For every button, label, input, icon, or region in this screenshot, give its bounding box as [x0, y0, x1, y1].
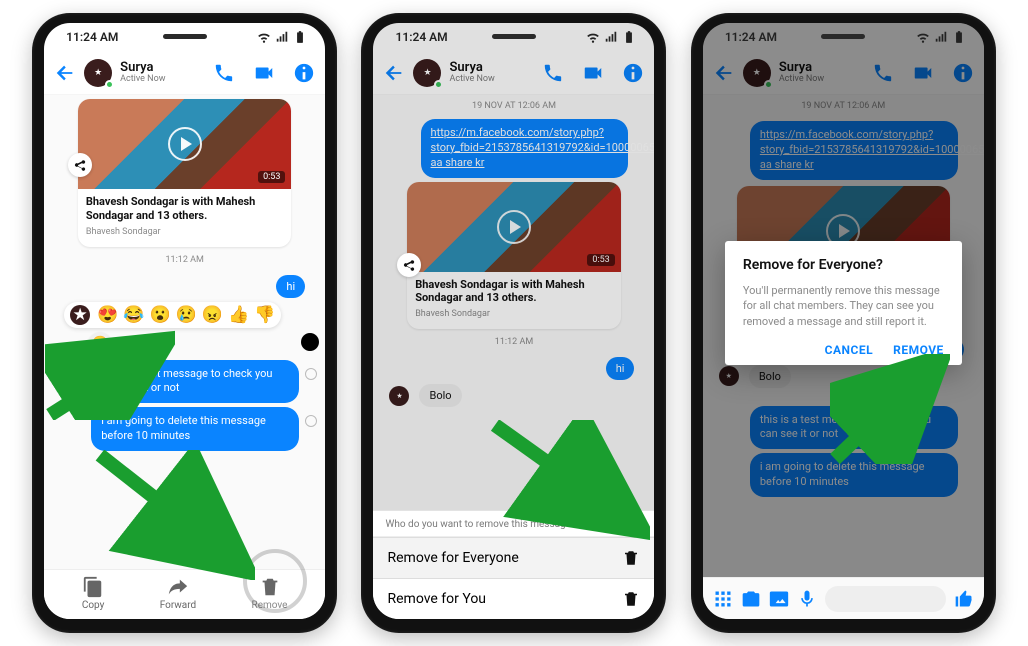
status-bar: 11:24 AM [44, 23, 325, 51]
card-subtitle: Bhavesh Sondagar [86, 227, 284, 237]
composer-bar [703, 577, 984, 619]
share-icon[interactable] [68, 153, 92, 177]
reaction-like[interactable]: 👍 [228, 305, 249, 325]
contact-name: Surya [449, 61, 494, 74]
guide-arrow-1 [45, 330, 175, 420]
guide-arrow-3 [490, 420, 650, 540]
reaction-angry[interactable]: 😠 [202, 305, 223, 325]
shared-story-card[interactable]: 0:53 Bhavesh Sondagar is with Mahesh Son… [78, 99, 292, 247]
header-name-block[interactable]: Surya Active Now [120, 61, 165, 84]
call-icon[interactable] [872, 62, 894, 84]
timestamp-label: 19 NOV AT 12:06 AM [703, 95, 984, 117]
avatar-mini: ★ [389, 386, 409, 406]
wifi-icon [916, 30, 930, 44]
wifi-icon [586, 30, 600, 44]
dialog-body: You'll permanently remove this message f… [743, 283, 944, 329]
message-input[interactable] [825, 586, 946, 612]
incoming-message-row: ★ Bolo [389, 384, 654, 407]
phone-mockup-3: 11:24 AM ★ Surya Active Now 19 NOV AT 12… [691, 13, 996, 633]
status-bar: 11:24 AM [373, 23, 654, 51]
avatar-mini: ★ [70, 305, 90, 325]
confirm-dialog: Remove for Everyone? You'll permanently … [725, 241, 962, 365]
message-bolo[interactable]: Bolo [749, 365, 791, 388]
message-bolo[interactable]: Bolo [419, 384, 461, 407]
avatar-mini: ★ [719, 366, 739, 386]
info-icon[interactable] [952, 62, 974, 84]
signal-icon [934, 30, 948, 44]
play-icon [168, 127, 202, 161]
card-title: Bhavesh Sondagar is with Mahesh Sondagar… [415, 278, 613, 306]
video-thumbnail: 0:53 [78, 99, 292, 189]
info-icon[interactable] [293, 62, 315, 84]
camera-icon[interactable] [741, 589, 761, 609]
trash-icon [622, 590, 640, 608]
message-link[interactable]: https://m.facebook.com/story.php?story_f… [421, 119, 629, 178]
seen-indicator [305, 415, 317, 427]
timestamp-label: 19 NOV AT 12:06 AM [373, 95, 654, 117]
play-icon [497, 210, 531, 244]
contact-name: Surya [779, 61, 824, 74]
status-bar: 11:24 AM [703, 23, 984, 51]
avatar[interactable]: ★ [743, 59, 771, 87]
dialog-title: Remove for Everyone? [743, 257, 944, 273]
video-duration: 0:53 [258, 171, 285, 183]
card-title: Bhavesh Sondagar is with Mahesh Sondagar… [86, 195, 284, 223]
presence-text: Active Now [779, 74, 824, 84]
status-time: 11:24 AM [725, 30, 777, 44]
signal-icon [275, 30, 289, 44]
info-icon[interactable] [622, 62, 644, 84]
wifi-icon [257, 30, 271, 44]
contact-name: Surya [120, 61, 165, 74]
guide-arrow-2 [95, 450, 255, 580]
grid-icon[interactable] [713, 589, 733, 609]
remove-for-everyone[interactable]: Remove for Everyone [373, 537, 654, 579]
battery-icon [622, 30, 636, 44]
reaction-haha[interactable]: 😂 [123, 305, 144, 325]
trash-icon [622, 549, 640, 567]
reaction-love[interactable]: 😍 [97, 305, 118, 325]
copy-button[interactable]: Copy [82, 576, 105, 611]
timestamp-label: 11:12 AM [373, 331, 654, 353]
shared-story-card[interactable]: 0:53 Bhavesh Sondagar is with Mahesh Son… [407, 182, 621, 330]
message-hi[interactable]: hi [606, 357, 635, 380]
chat-header: ★ Surya Active Now [703, 51, 984, 95]
mic-icon[interactable] [797, 589, 817, 609]
remove-for-you[interactable]: Remove for You [373, 579, 654, 619]
status-time: 11:24 AM [395, 30, 447, 44]
call-icon[interactable] [542, 62, 564, 84]
like-icon[interactable] [954, 589, 974, 609]
avatar[interactable]: ★ [413, 59, 441, 87]
gallery-icon[interactable] [769, 589, 789, 609]
signal-icon [604, 30, 618, 44]
message-hi[interactable]: hi [276, 275, 305, 298]
battery-icon [293, 30, 307, 44]
video-duration: 0:53 [587, 254, 614, 266]
chat-header: ★ Surya Active Now [373, 51, 654, 95]
card-subtitle: Bhavesh Sondagar [415, 309, 613, 319]
back-icon[interactable] [383, 62, 405, 84]
phone-mockup-2: 11:24 AM ★ Surya Active Now 19 NOV AT 12… [361, 13, 666, 633]
message-link[interactable]: https://m.facebook.com/story.php?story_f… [750, 121, 958, 180]
video-icon[interactable] [912, 62, 934, 84]
timestamp-label: 11:12 AM [44, 249, 325, 271]
video-icon[interactable] [582, 62, 604, 84]
reactions-bar[interactable]: ★ 😍 😂 😮 😢 😠 👍 👎 [64, 302, 281, 328]
forward-button[interactable]: Forward [160, 576, 197, 611]
back-icon[interactable] [54, 62, 76, 84]
status-time: 11:24 AM [66, 30, 118, 44]
scroll-indicator [301, 333, 319, 351]
guide-arrow-4 [830, 354, 950, 464]
video-icon[interactable] [253, 62, 275, 84]
seen-indicator [305, 368, 317, 380]
call-icon[interactable] [213, 62, 235, 84]
chat-header: ★ Surya Active Now [44, 51, 325, 95]
reaction-wow[interactable]: 😮 [150, 305, 171, 325]
presence-text: Active Now [449, 74, 494, 84]
back-icon[interactable] [713, 62, 735, 84]
reaction-sad[interactable]: 😢 [176, 305, 197, 325]
reaction-dislike[interactable]: 👎 [254, 305, 275, 325]
presence-text: Active Now [120, 74, 165, 84]
battery-icon [952, 30, 966, 44]
avatar[interactable]: ★ [84, 59, 112, 87]
